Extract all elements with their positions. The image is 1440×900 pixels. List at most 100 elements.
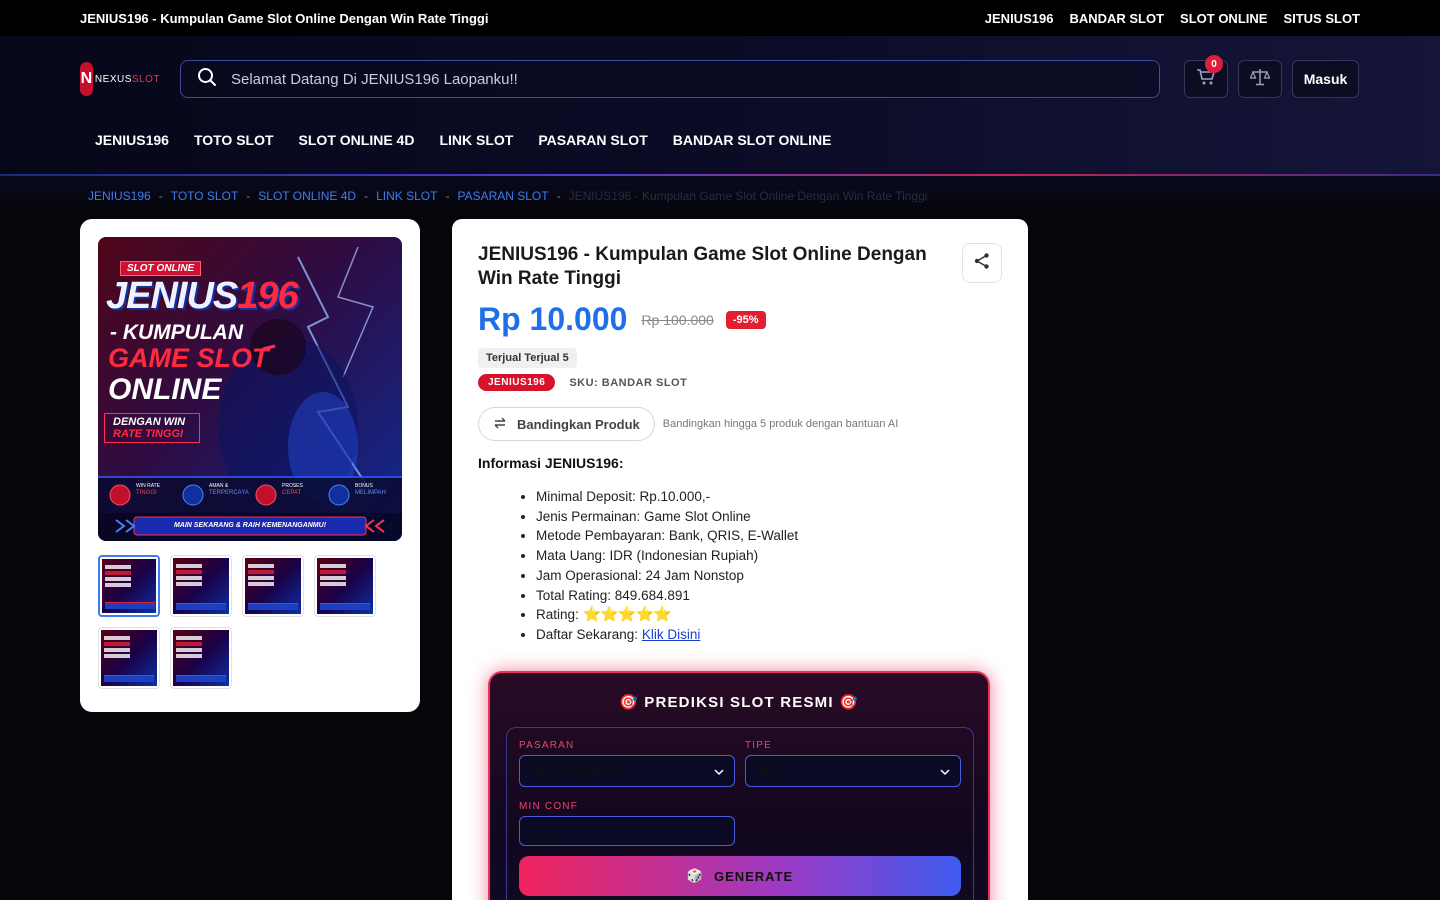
product-panel: JENIUS196 - Kumpulan Game Slot Online De… bbox=[452, 219, 1028, 900]
brand-tag[interactable]: JENIUS196 bbox=[478, 374, 556, 391]
minconf-input[interactable]: 70 bbox=[519, 816, 735, 846]
nav-item-jenius196[interactable]: JENIUS196 bbox=[95, 132, 169, 148]
image-cta: MAIN SEKARANG & RAIH KEMENANGANMU! bbox=[173, 522, 327, 529]
list-item: Daftar Sekarang: Klik Disini bbox=[536, 625, 1002, 645]
dice-icon: 🎲 bbox=[686, 868, 704, 883]
search-bar[interactable] bbox=[180, 60, 1160, 98]
image-feature-3: PROSES CEPAT bbox=[282, 483, 303, 496]
search-icon bbox=[197, 67, 217, 92]
logo[interactable]: N NEXUSSLOT bbox=[80, 60, 160, 98]
image-line-3: ONLINE bbox=[108, 373, 222, 406]
top-bar: JENIUS196 - Kumpulan Game Slot Online De… bbox=[0, 0, 1440, 36]
image-tagline-box: DENGAN WIN RATE TINGGI bbox=[104, 413, 200, 443]
search-input[interactable] bbox=[231, 70, 1111, 88]
pasaran-value: ALL PASARAN bbox=[533, 764, 618, 778]
info-list: Minimal Deposit: Rp.10.000,- Jenis Perma… bbox=[536, 487, 1002, 645]
list-item: Jenis Permainan: Game Slot Online bbox=[536, 507, 1002, 527]
image-badge: SLOT ONLINE bbox=[120, 261, 202, 276]
share-icon bbox=[973, 252, 991, 275]
compare-note: Bandingkan hingga 5 produk dengan bantua… bbox=[662, 418, 899, 430]
image-line-1: - KUMPULAN bbox=[110, 321, 243, 344]
scale-icon bbox=[1249, 68, 1271, 91]
list-item: Minimal Deposit: Rp.10.000,- bbox=[536, 487, 1002, 507]
breadcrumb: JENIUS196 - TOTO SLOT - SLOT ONLINE 4D -… bbox=[0, 176, 1440, 214]
tag-row: JENIUS196 SKU: BANDAR SLOT bbox=[478, 374, 1002, 391]
breadcrumb-current: JENIUS196 - Kumpulan Game Slot Online De… bbox=[568, 189, 928, 203]
minconf-field: MIN CONF 70 bbox=[519, 801, 961, 846]
thumbnail[interactable] bbox=[170, 627, 232, 689]
chevron-down-icon bbox=[714, 764, 724, 778]
compare-product-button[interactable]: Bandingkan Produk bbox=[478, 407, 655, 441]
info-heading: Informasi JENIUS196: bbox=[478, 455, 624, 471]
daftar-link[interactable]: Klik Disini bbox=[642, 627, 701, 642]
generate-label: GENERATE bbox=[713, 868, 794, 884]
list-item: Jam Operasional: 24 Jam Nonstop bbox=[536, 566, 1002, 586]
prediksi-form: PASARAN ALL PASARAN TIPE 4D MIN CONF 70 bbox=[506, 727, 974, 900]
breadcrumb-separator: - bbox=[556, 189, 561, 203]
thumbnail[interactable] bbox=[242, 555, 304, 617]
logo-text: NEXUSSLOT bbox=[94, 73, 160, 85]
breadcrumb-separator: - bbox=[158, 189, 163, 203]
tipe-select[interactable]: 4D bbox=[745, 755, 961, 787]
compare-product-label: Bandingkan Produk bbox=[517, 416, 640, 432]
thumbnail[interactable] bbox=[170, 555, 232, 617]
list-item: Total Rating: 849.684.891 bbox=[536, 586, 1002, 606]
pasaran-select[interactable]: ALL PASARAN bbox=[519, 755, 735, 787]
list-item: Metode Pembayaran: Bank, QRIS, E-Wallet bbox=[536, 526, 1002, 546]
compare-button[interactable] bbox=[1238, 60, 1282, 98]
nav-item-bandar-slot-online[interactable]: BANDAR SLOT ONLINE bbox=[673, 132, 832, 148]
site-title: JENIUS196 - Kumpulan Game Slot Online De… bbox=[80, 10, 489, 26]
breadcrumb-separator: - bbox=[445, 189, 450, 203]
top-link-slot-online[interactable]: SLOT ONLINE bbox=[1180, 11, 1267, 26]
product-title: JENIUS196 - Kumpulan Game Slot Online De… bbox=[478, 244, 927, 289]
compare-row: Bandingkan Produk Bandingkan hingga 5 pr… bbox=[478, 407, 1002, 441]
top-link-jenius196[interactable]: JENIUS196 bbox=[985, 11, 1054, 26]
image-brand: JENIUS196 bbox=[106, 275, 299, 317]
pasaran-label: PASARAN bbox=[519, 740, 575, 751]
tipe-label: TIPE bbox=[745, 740, 773, 751]
daftar-label: Daftar Sekarang: bbox=[536, 626, 639, 642]
rating-label: Rating: bbox=[536, 607, 579, 623]
nav-item-slot-online-4d[interactable]: SLOT ONLINE 4D bbox=[299, 132, 415, 148]
image-feature-4: BONUS MELIMPAH bbox=[355, 483, 386, 496]
breadcrumb-item[interactable]: LINK SLOT bbox=[376, 189, 437, 203]
price: Rp 10.000 bbox=[478, 301, 628, 337]
image-feature-1: WIN RATE TINGGI bbox=[136, 483, 161, 496]
price-row: Rp 10.000 Rp 100.000 -95% bbox=[478, 301, 1002, 338]
rating-stars: ⭐⭐⭐⭐⭐ bbox=[582, 606, 672, 624]
breadcrumb-item[interactable]: JENIUS196 bbox=[88, 189, 151, 203]
thumbnail[interactable] bbox=[98, 627, 160, 689]
nav-item-pasaran-slot[interactable]: PASARAN SLOT bbox=[538, 132, 647, 148]
breadcrumb-separator: - bbox=[364, 189, 369, 203]
thumbnail[interactable] bbox=[314, 555, 376, 617]
image-line-4: DENGAN WIN bbox=[113, 416, 186, 428]
thumbnail[interactable] bbox=[98, 555, 160, 617]
prediksi-title: 🎯 PREDIKSI SLOT RESMI 🎯 bbox=[619, 694, 859, 711]
thumbnail-list bbox=[98, 555, 402, 689]
cart-button[interactable]: 0 bbox=[1184, 55, 1228, 98]
share-button[interactable] bbox=[962, 243, 1002, 283]
old-price: Rp 100.000 bbox=[641, 311, 714, 328]
list-item: Rating: ⭐⭐⭐⭐⭐ bbox=[536, 605, 1002, 625]
generate-button[interactable]: 🎲 GENERATE bbox=[519, 856, 961, 896]
top-link-situs-slot[interactable]: SITUS SLOT bbox=[1283, 11, 1360, 26]
list-item: Mata Uang: IDR (Indonesian Rupiah) bbox=[536, 546, 1002, 566]
logo-mark: N bbox=[80, 62, 93, 96]
image-feature-2: AMAN & TERPERCAYA bbox=[209, 483, 249, 496]
product-main-image[interactable]: SLOT ONLINE JENIUS196 - KUMPULAN GAME SL… bbox=[98, 237, 402, 541]
top-link-bandar-slot[interactable]: BANDAR SLOT bbox=[1069, 11, 1164, 26]
login-button[interactable]: Masuk bbox=[1292, 60, 1359, 98]
top-links: JENIUS196 BANDAR SLOT SLOT ONLINE SITUS … bbox=[985, 11, 1360, 26]
nav-item-toto-slot[interactable]: TOTO SLOT bbox=[194, 132, 274, 148]
nav-item-link-slot[interactable]: LINK SLOT bbox=[439, 132, 513, 148]
swap-icon bbox=[493, 417, 507, 432]
product-gallery: SLOT ONLINE JENIUS196 - KUMPULAN GAME SL… bbox=[80, 219, 420, 712]
cart-count-badge: 0 bbox=[1205, 55, 1223, 73]
breadcrumb-item[interactable]: PASARAN SLOT bbox=[457, 189, 548, 203]
main-nav: JENIUS196 TOTO SLOT SLOT ONLINE 4D LINK … bbox=[0, 106, 1440, 148]
breadcrumb-item[interactable]: TOTO SLOT bbox=[171, 189, 239, 203]
prediksi-widget: 🎯 PREDIKSI SLOT RESMI 🎯 PASARAN ALL PASA… bbox=[488, 671, 990, 900]
breadcrumb-item[interactable]: SLOT ONLINE 4D bbox=[258, 189, 356, 203]
chevron-down-icon bbox=[940, 764, 950, 778]
sku-label: SKU: BANDAR SLOT bbox=[569, 376, 688, 389]
